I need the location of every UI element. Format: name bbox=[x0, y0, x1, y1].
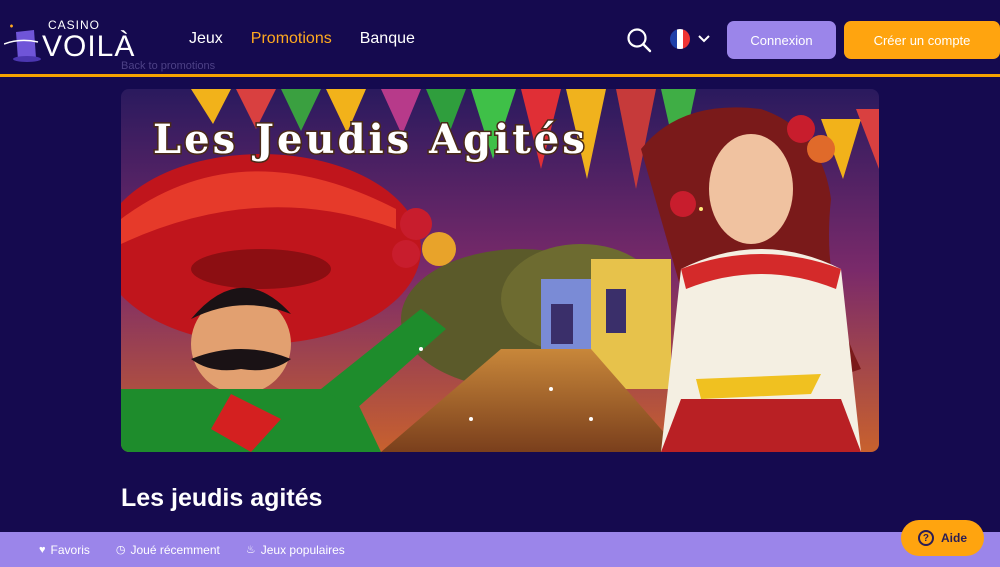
recently-played-label: Joué récemment bbox=[130, 542, 220, 557]
nav-banque[interactable]: Banque bbox=[360, 30, 415, 48]
french-flag-icon bbox=[670, 29, 690, 49]
heart-icon: ♥ bbox=[39, 543, 46, 556]
question-icon: ? bbox=[917, 530, 934, 546]
clock-icon: ◷ bbox=[115, 544, 126, 556]
banner-headline: Les Jeudis Agités bbox=[153, 116, 588, 163]
help-button[interactable]: ? Aide bbox=[901, 520, 984, 556]
site-header: CASINO VOILÀ Jeux Promotions Banque Back… bbox=[0, 0, 1000, 77]
chevron-down-icon bbox=[698, 35, 710, 43]
language-selector[interactable] bbox=[670, 29, 710, 49]
signup-button[interactable]: Créer un compte bbox=[844, 21, 1000, 59]
popular-games-label: Jeux populaires bbox=[260, 542, 345, 557]
promo-banner: Les Jeudis Agités bbox=[121, 89, 879, 452]
back-to-promotions-link[interactable]: Back to promotions bbox=[121, 60, 215, 72]
promotion-title: Les jeudis agités bbox=[121, 484, 323, 512]
nav-promotions[interactable]: Promotions bbox=[251, 30, 332, 48]
login-button[interactable]: Connexion bbox=[727, 21, 836, 59]
popular-games-link[interactable]: ♨ Jeux populaires bbox=[246, 543, 345, 557]
favorites-link[interactable]: ♥ Favoris bbox=[39, 543, 90, 557]
banner-illustration: Les Jeudis Agités bbox=[121, 89, 879, 452]
logo-voila-text: VOILÀ bbox=[42, 30, 136, 63]
recently-played-link[interactable]: ◷ Joué récemment bbox=[116, 543, 220, 557]
flame-icon: ♨ bbox=[245, 544, 256, 556]
favorites-label: Favoris bbox=[50, 542, 90, 557]
magic-hat-icon bbox=[4, 24, 41, 62]
casino-voila-logo[interactable]: CASINO VOILÀ bbox=[4, 12, 144, 63]
nav-jeux[interactable]: Jeux bbox=[189, 30, 223, 48]
bottom-bar: ♥ Favoris ◷ Joué récemment ♨ Jeux popula… bbox=[0, 532, 1000, 567]
help-label: Aide bbox=[940, 531, 967, 545]
main-nav: Jeux Promotions Banque bbox=[189, 30, 415, 48]
search-icon[interactable] bbox=[626, 27, 652, 53]
